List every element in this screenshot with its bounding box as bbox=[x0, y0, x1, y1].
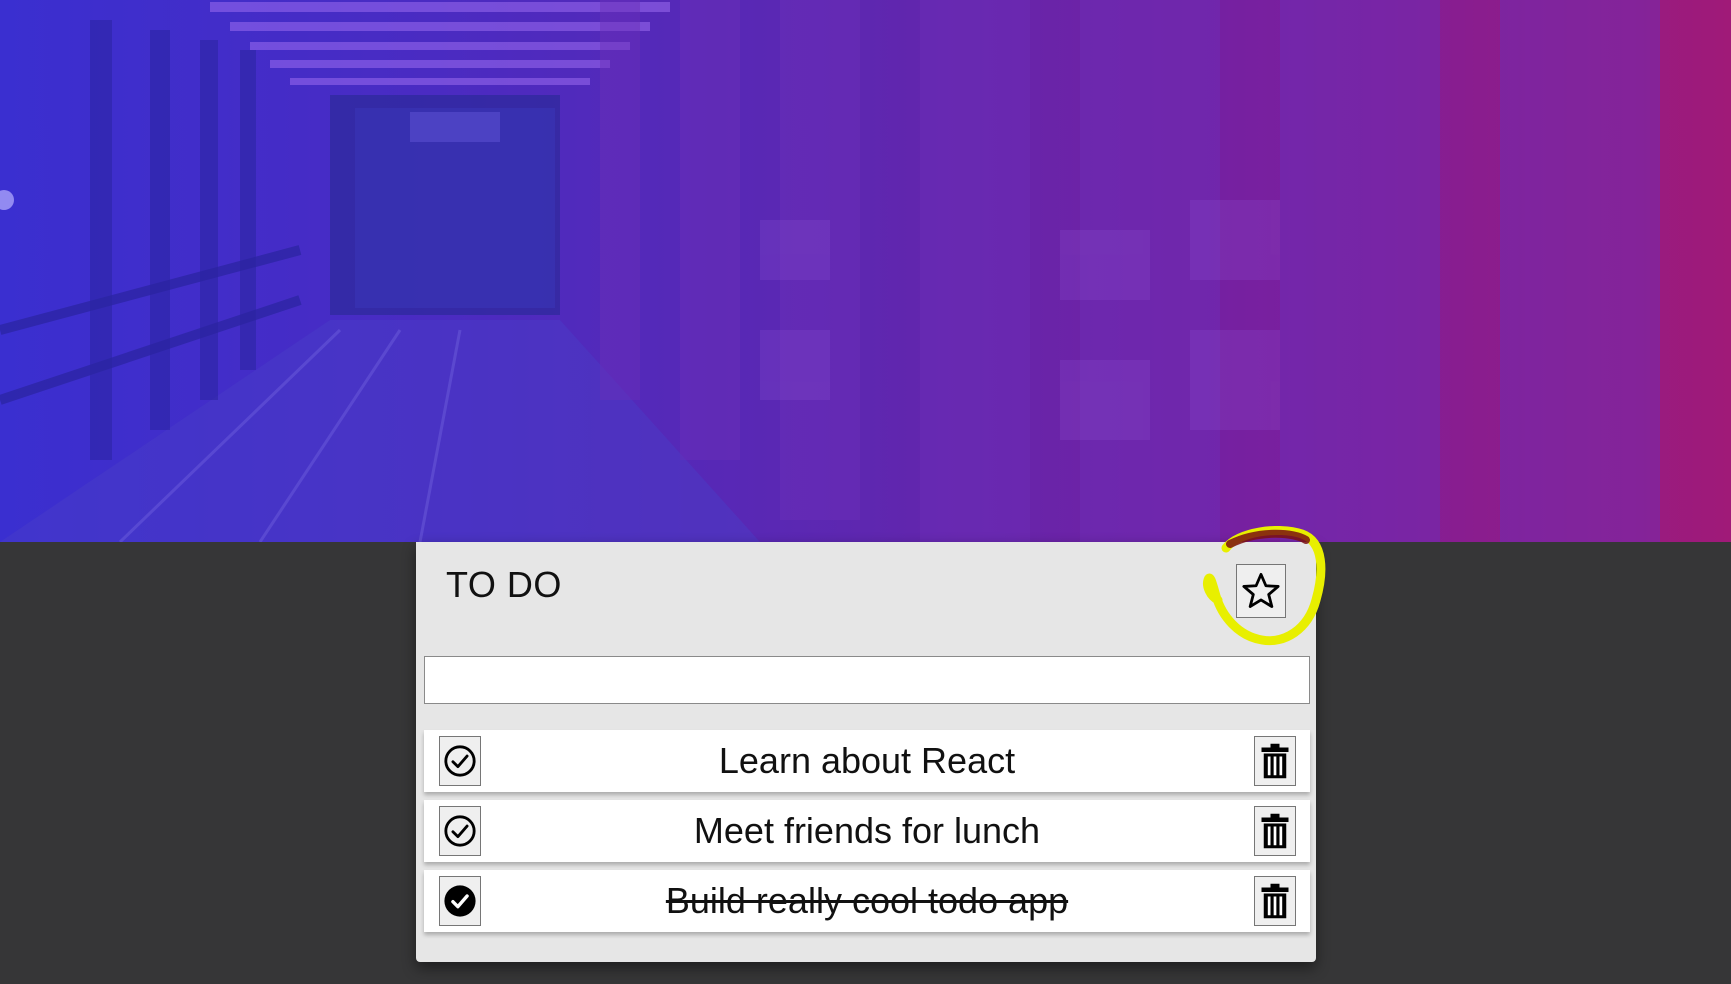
check-circle-icon bbox=[444, 815, 476, 847]
todo-title: TO DO bbox=[446, 564, 562, 605]
trash-icon bbox=[1261, 743, 1289, 779]
hero-banner-image bbox=[0, 0, 1731, 542]
star-icon bbox=[1242, 572, 1280, 608]
hallway-background-illustration bbox=[0, 0, 1660, 542]
trash-icon bbox=[1261, 883, 1289, 919]
todo-item: Build really cool todo app bbox=[424, 870, 1310, 932]
favorite-button[interactable] bbox=[1236, 564, 1286, 618]
complete-button[interactable] bbox=[439, 876, 481, 926]
complete-button[interactable] bbox=[439, 736, 481, 786]
trash-icon bbox=[1261, 813, 1289, 849]
todo-item: Learn about React bbox=[424, 730, 1310, 792]
todo-item-text: Build really cool todo app bbox=[665, 880, 1069, 921]
delete-button[interactable] bbox=[1254, 736, 1296, 786]
new-todo-input[interactable] bbox=[424, 656, 1310, 704]
todo-item-text: Meet friends for lunch bbox=[693, 810, 1041, 851]
check-circle-icon bbox=[444, 745, 476, 777]
delete-button[interactable] bbox=[1254, 876, 1296, 926]
complete-button[interactable] bbox=[439, 806, 481, 856]
todo-item: Meet friends for lunch bbox=[424, 800, 1310, 862]
check-circle-filled-icon bbox=[444, 885, 476, 917]
todo-item-text: Learn about React bbox=[718, 740, 1016, 781]
todo-card: TO DO Learn about React Meet friends for… bbox=[416, 526, 1326, 962]
delete-button[interactable] bbox=[1254, 806, 1296, 856]
